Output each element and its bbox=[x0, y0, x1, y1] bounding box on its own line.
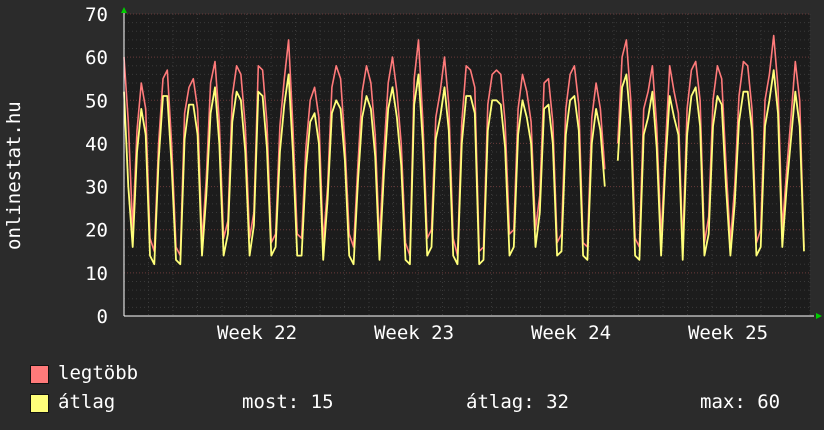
stat-now: most: 15 bbox=[242, 391, 334, 413]
y-tick-label: 50 bbox=[85, 90, 108, 112]
y-tick-label: 20 bbox=[85, 220, 108, 242]
stat-max: max: 60 bbox=[700, 391, 781, 413]
legend-label-avg: átlag bbox=[58, 391, 116, 413]
y-tick-label: 10 bbox=[85, 263, 108, 285]
x-tick-label: Week 25 bbox=[688, 322, 768, 344]
legend-label-max: legtöbb bbox=[58, 362, 139, 384]
legend-swatch-avg bbox=[30, 394, 49, 413]
x-axis-arrow-icon bbox=[816, 313, 822, 319]
x-tick-label: Week 22 bbox=[217, 322, 297, 344]
y-tick-label: 70 bbox=[85, 4, 108, 26]
y-axis-arrow-icon bbox=[121, 7, 127, 13]
y-tick-label: 30 bbox=[85, 177, 108, 199]
x-tick-label: Week 23 bbox=[374, 322, 454, 344]
y-tick-label: 60 bbox=[85, 47, 108, 69]
y-tick-label: 0 bbox=[97, 306, 108, 328]
y-tick-label: 40 bbox=[85, 133, 108, 155]
x-tick-label: Week 24 bbox=[531, 322, 611, 344]
y-axis-label: onlinestat.hu bbox=[3, 101, 25, 250]
legend-swatch-max bbox=[30, 365, 49, 384]
stat-avg: átlag: 32 bbox=[466, 391, 569, 413]
